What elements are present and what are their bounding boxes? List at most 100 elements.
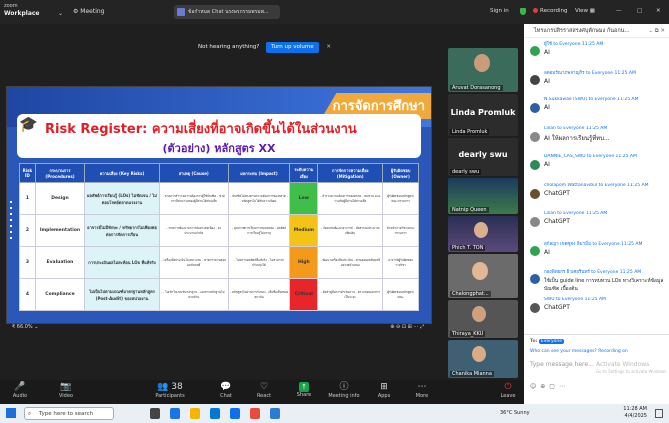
- taskbar-search[interactable]: ⌕ Type here to search: [24, 407, 114, 420]
- chat-message[interactable]: สุกัลญา เขตซูจง ลิมามิ่ม to Everyone 11:…: [530, 240, 664, 256]
- meeting-info-button[interactable]: ⓘ Meeting info: [326, 382, 362, 399]
- store-icon[interactable]: [210, 408, 220, 419]
- react-icon: ♡: [259, 382, 269, 392]
- table-cell-cause: - ขาดการพัฒนาอาจารย์อย่างต่อเนื่อง - งบป…: [158, 214, 229, 247]
- task-view-icon[interactable]: [150, 408, 160, 419]
- video-label: Video: [58, 393, 73, 399]
- maximize-button[interactable]: □: [637, 8, 642, 14]
- avatar: [530, 74, 540, 85]
- chat-message[interactable]: cholapom Wattanavibul to Everyone 11:25 …: [530, 183, 664, 199]
- table-header-cell: ความเสี่ยง (Key Risks): [84, 163, 160, 183]
- participant-name: Chalongphat...: [450, 291, 491, 297]
- chat-message[interactable]: ผู้ใช้ to Everyone 11:25 AM AI: [530, 40, 664, 56]
- table-cell-proc: Design: [34, 182, 86, 215]
- chat-message[interactable]: Lilian to Everyone 11:25 AM AI ให้ผลการเร…: [530, 126, 664, 143]
- minimize-button[interactable]: —: [616, 8, 622, 14]
- close-icon[interactable]: ✕: [326, 44, 331, 50]
- message-sender: DANNIE_CAS_SWU to Everyone 11:25 AM: [544, 154, 637, 159]
- more-label: More: [415, 393, 429, 399]
- participant-big-name: Linda Promluk: [450, 108, 516, 117]
- chat-message[interactable]: ลดอมร์ณาภพจาญกิร to Everyone 11:25 AM AI: [530, 69, 664, 85]
- chat-message[interactable]: DANNIE_CAS_SWU to Everyone 11:25 AM AI: [530, 154, 664, 170]
- message-text: ChatGPT: [544, 218, 570, 225]
- participants-button[interactable]: 👥 38 Participants: [152, 382, 188, 399]
- risk-level-badge: High: [297, 260, 310, 265]
- notification-icon[interactable]: [655, 409, 663, 418]
- chat-label: Chat: [220, 393, 232, 399]
- more-button[interactable]: ⋯ More: [404, 382, 440, 399]
- chat-message[interactable]: SWU to Everyone 11:25 AM ChatGPT: [530, 296, 664, 313]
- table-cell-id: 3: [19, 246, 36, 279]
- slide-side-dots: [9, 197, 13, 243]
- meeting-toolbar: 🎤 Audio 📷 Video 👥 38 Participants 💬 Chat ♡ React ↑…: [0, 380, 524, 404]
- windows-start-icon[interactable]: [6, 408, 16, 418]
- recipient-selector[interactable]: To: Everyone: [530, 339, 564, 344]
- chat-window-controls[interactable]: ⌄ ⧉ ✕: [648, 24, 665, 38]
- chat-button[interactable]: 💬 Chat: [208, 382, 244, 399]
- chat-message[interactable]: กองพิทยกร ผิวเศยรินทร์ to Everyone 11:25…: [530, 268, 664, 293]
- chat-input[interactable]: Type message here...: [530, 361, 594, 368]
- table-cell-level: Medium: [289, 214, 319, 247]
- graduation-cap-icon: 🎓: [19, 115, 38, 133]
- recipient-value[interactable]: Everyone: [538, 339, 564, 344]
- file-explorer-icon[interactable]: [190, 408, 200, 419]
- zoom-level[interactable]: ₹ 66.0% ⌄: [12, 324, 38, 330]
- close-button[interactable]: ✕: [656, 8, 661, 14]
- word-icon[interactable]: [270, 408, 280, 419]
- message-text: ChatGPT: [544, 303, 570, 311]
- video-tile[interactable]: Chanika Mianna: [448, 340, 518, 378]
- slide-title: Risk Register: ความเสี่ยงที่อาจเกิดขึ้นไ…: [45, 122, 357, 137]
- privacy-note[interactable]: Who can see your messages? Recording on: [530, 349, 628, 354]
- avatar: [530, 103, 540, 113]
- message-sender: N.Sukkawae (SWU) to Everyone 11:25 AM: [544, 97, 639, 102]
- chat-compose: To: Everyone Who can see your messages? …: [524, 334, 669, 404]
- table-cell-level: High: [289, 246, 319, 279]
- message-text: AI: [544, 77, 550, 85]
- meeting-label: Meeting: [80, 8, 105, 15]
- avatar: [530, 131, 540, 142]
- apps-label: Apps: [377, 393, 391, 399]
- shared-slide: การจัดการศึกษา 🎓 Risk Register: ความเสี่…: [6, 86, 432, 324]
- signin-link[interactable]: Sign in: [490, 8, 509, 14]
- video-button[interactable]: 📷 Video: [48, 382, 84, 399]
- table-row: 2 Implementation อาจารย์ไม่มีทักษะ / ทรัพย…: [19, 214, 419, 247]
- participant-name: dearly swu: [450, 169, 482, 175]
- message-sender: SWU to Everyone 11:25 AM: [544, 296, 606, 302]
- react-button[interactable]: ♡ React: [246, 382, 282, 399]
- zoom-brand: zoom Workplace: [4, 3, 40, 17]
- view-button[interactable]: View ▦: [575, 8, 595, 14]
- table-cell-owner: หัวหน้าภาควิชา/คณะกรรมการ: [382, 214, 419, 247]
- video-tile[interactable]: Phich T. TON: [448, 216, 518, 252]
- search-icon: ⌕: [28, 411, 32, 417]
- chevron-down-icon[interactable]: ⌄: [58, 10, 63, 17]
- slide-view-controls[interactable]: ⊕ ⊖ ⊡ ⊞ ⋯ ⤢: [390, 324, 424, 330]
- share-button[interactable]: ↑ Share: [286, 382, 322, 398]
- leave-button[interactable]: ⏻ Leave: [490, 382, 526, 399]
- video-tile[interactable]: Thiraya_KKU: [448, 300, 518, 338]
- chat-tools[interactable]: ☺⊕▢⋯: [530, 383, 569, 390]
- table-cell-level: Low: [289, 182, 319, 215]
- apps-button[interactable]: ⊞ Apps: [366, 382, 402, 399]
- chat-message[interactable]: Lilian to Everyone 11:25 AM ChatGPT: [530, 211, 664, 227]
- zoom-taskbar-icon[interactable]: [230, 408, 240, 419]
- security-icon[interactable]: [520, 8, 526, 15]
- meeting-title-text: ข้อกําหนด Chat นรงษรกรรมพรมพ...: [188, 9, 269, 15]
- table-header-cell: ระดับความเสี่ยง: [289, 163, 319, 183]
- table-cell-risk: การประเมินผลไม่สะท้อน LOs ที่แท้จริง: [84, 246, 160, 279]
- video-tile[interactable]: Aruvat Dorasanong: [448, 48, 518, 92]
- video-tile[interactable]: Chalongphat...: [448, 254, 518, 298]
- video-tile[interactable]: dearly swu dearly swu: [448, 138, 518, 176]
- audio-button[interactable]: 🎤 Audio: [2, 382, 38, 399]
- video-tile[interactable]: Linda Promluk Linda Promluk: [448, 94, 518, 136]
- recording-indicator[interactable]: Recording: [533, 8, 568, 14]
- chrome-icon[interactable]: [250, 408, 260, 419]
- video-tile[interactable]: Natnip Queen: [448, 178, 518, 214]
- meeting-tab[interactable]: ⚙ Meeting: [73, 8, 105, 15]
- table-cell-level: Critical: [289, 278, 319, 311]
- weather-text[interactable]: 36°C Sunny: [500, 410, 530, 416]
- edge-icon[interactable]: [170, 408, 180, 419]
- turn-up-volume-button[interactable]: Turn up volume: [266, 42, 319, 53]
- meeting-title-tab[interactable]: ข้อกําหนด Chat นรงษรกรรมพรมพ...: [174, 5, 280, 19]
- chat-message[interactable]: N.Sukkawae (SWU) to Everyone 11:25 AM AI: [530, 97, 664, 113]
- system-clock[interactable]: 11:28 AM 4/4/2025: [623, 406, 647, 420]
